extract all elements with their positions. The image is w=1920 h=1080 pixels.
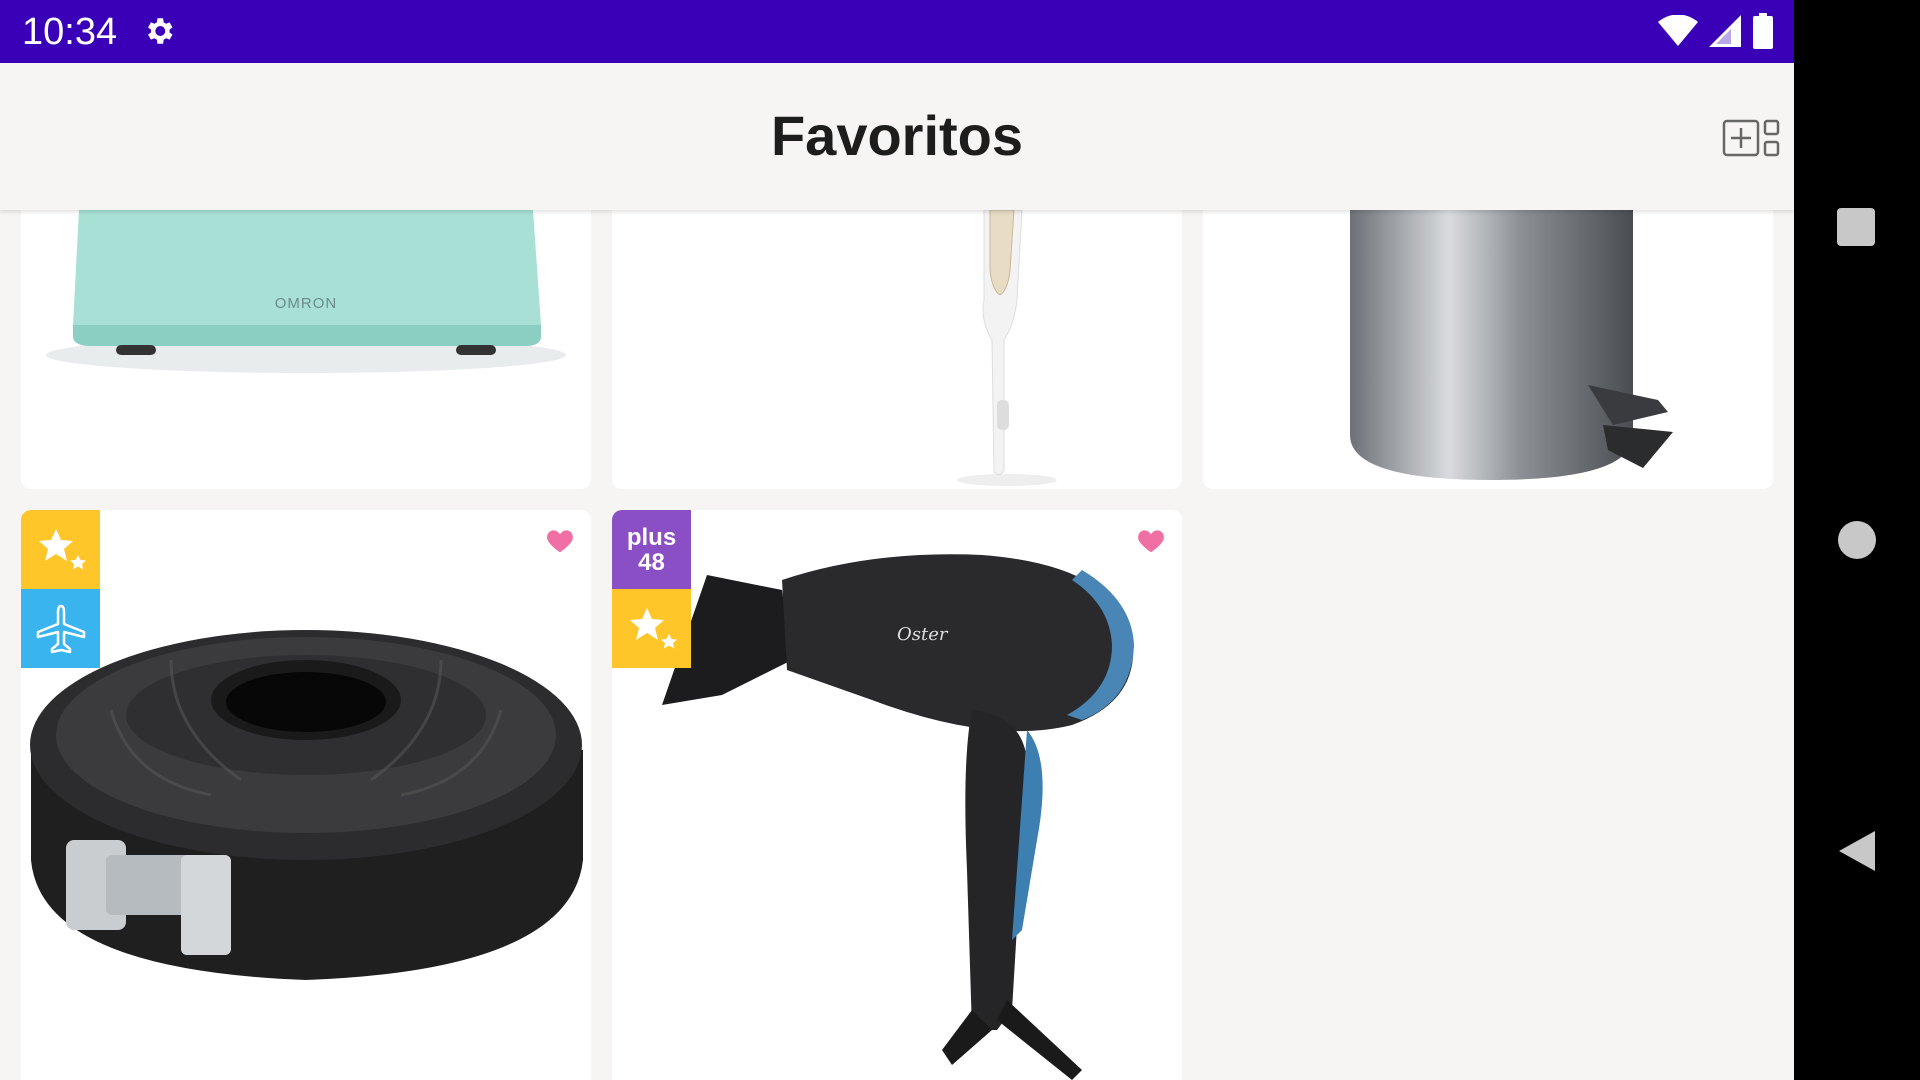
product-card-bundt-pan[interactable] [21, 510, 591, 1080]
status-icons [1658, 12, 1774, 50]
plus-number: 48 [638, 548, 665, 576]
square-icon[interactable] [1837, 208, 1875, 246]
app-bar: Favoritos [0, 63, 1794, 210]
star-icon [629, 607, 677, 648]
gear-icon [148, 18, 173, 44]
circle-icon[interactable] [1838, 521, 1876, 559]
status-time: 10:34 [22, 11, 118, 53]
bundt-pan-image [30, 630, 583, 980]
grid-add-icon[interactable] [1722, 117, 1782, 161]
screen: 10:34 Favoritos OMRON Oster plus 48 [0, 0, 1794, 1080]
hair-dryer-image: Oster [662, 554, 1134, 1080]
scale-brand: OMRON [275, 295, 338, 312]
status-bar: 10:34 [0, 0, 1794, 63]
plus-48-badge: plus 48 [612, 510, 691, 589]
shipping-badge [21, 589, 100, 668]
airplane-icon [36, 604, 85, 653]
triangle-back-icon[interactable] [1837, 829, 1877, 873]
star-badge [612, 589, 691, 668]
battery-icon [1753, 13, 1773, 49]
signal-icon [1709, 15, 1741, 47]
heart-icon[interactable] [1136, 526, 1166, 556]
star-badge [21, 510, 100, 589]
page-title: Favoritos [770, 104, 1024, 167]
star-icon [38, 528, 86, 569]
navigation-bar [1794, 0, 1920, 1080]
plus-label: plus [626, 523, 677, 551]
heart-icon[interactable] [545, 526, 575, 556]
dryer-brand: Oster [897, 624, 949, 645]
product-card-hair-dryer[interactable]: Oster plus 48 [612, 510, 1182, 1080]
wifi-icon [1658, 15, 1698, 46]
